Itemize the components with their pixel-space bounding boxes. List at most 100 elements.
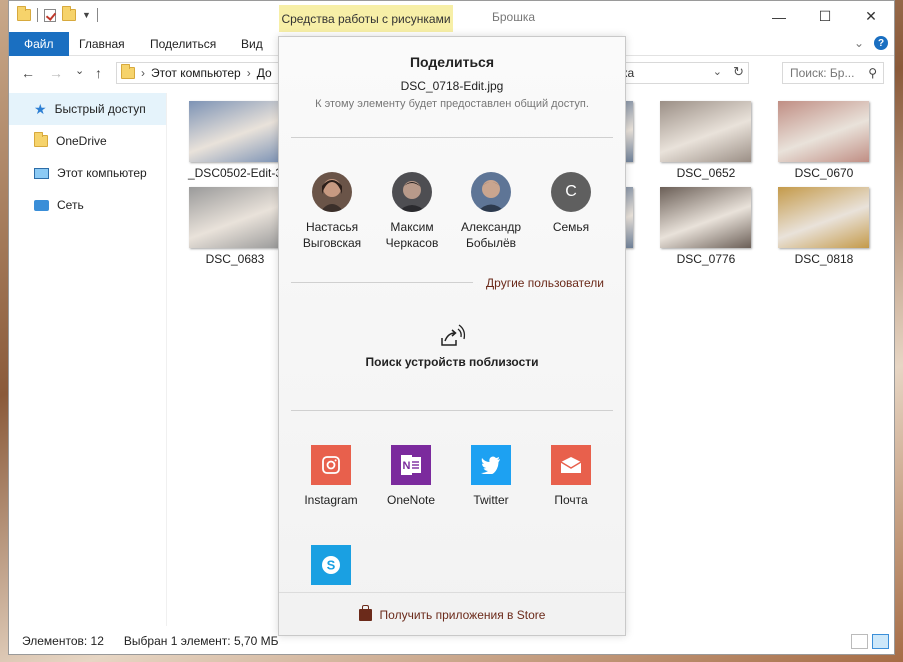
nearby-share-icon[interactable] [439, 324, 467, 348]
store-link-label: Получить приложения в Store [379, 607, 546, 622]
svg-text:S: S [327, 558, 336, 573]
onenote-icon: N [391, 445, 431, 485]
file-thumbnail[interactable] [660, 187, 751, 248]
contact-name: Александр Бобылёв [460, 220, 522, 250]
file-thumbnail[interactable] [189, 187, 280, 248]
app-mail[interactable]: Почта [531, 445, 611, 507]
more-users-link[interactable]: Другие пользователи [486, 276, 604, 290]
share-note: К этому элементу будет предоставлен общи… [315, 98, 589, 110]
quick-access-toolbar: ▼ [17, 6, 98, 22]
app-instagram[interactable]: Instagram [291, 445, 371, 507]
customize-toolbar-icon[interactable]: ▼ [82, 10, 91, 20]
search-input[interactable]: Поиск: Бр... ⚲ [782, 62, 884, 84]
tab-share[interactable]: Поделиться [137, 32, 229, 56]
sidebar-item-network[interactable]: Сеть [9, 189, 166, 221]
close-button[interactable]: ✕ [848, 1, 894, 32]
item-count: Элементов: 12 [22, 634, 104, 648]
forward-arrow-icon[interactable]: → [49, 65, 63, 81]
sidebar-item-quick-access[interactable]: ★ Быстрый доступ [9, 93, 166, 125]
avatar [392, 172, 432, 212]
folder-icon [34, 132, 48, 147]
share-panel: Поделиться DSC_0718-Edit.jpg К этому эле… [278, 36, 626, 636]
nearby-sharing-label[interactable]: Поиск устройств поблизости [279, 355, 625, 369]
file-name[interactable]: DSC_0670 [772, 166, 876, 180]
search-icon[interactable]: ⚲ [868, 66, 877, 80]
recent-locations-icon[interactable]: ⌄ [75, 64, 84, 77]
app-name: Twitter [473, 493, 509, 507]
contact-name: Настасья Выговская [302, 220, 362, 250]
breadcrumb-documents[interactable]: До [257, 66, 272, 80]
ribbon-right: ⌄ ? [854, 36, 888, 50]
toolbar-separator [37, 8, 38, 22]
breadcrumb-this-pc[interactable]: Этот компьютер [151, 66, 241, 80]
sidebar-item-label: Быстрый доступ [54, 102, 146, 116]
sidebar-item-label: Этот компьютер [57, 166, 147, 180]
avatar [471, 172, 511, 212]
instagram-icon [311, 445, 351, 485]
minimize-button[interactable]: — [756, 1, 802, 32]
maximize-button[interactable]: ☐ [802, 1, 848, 32]
file-name[interactable]: DSC_0776 [654, 252, 758, 266]
window-controls: — ☐ ✕ [756, 1, 894, 32]
file-name[interactable]: DSC_0652 [654, 166, 758, 180]
avatar: С [551, 172, 591, 212]
contact-maxim[interactable]: Максим Черкасов [372, 172, 452, 251]
file-thumbnail[interactable] [778, 101, 869, 162]
details-view-icon[interactable] [851, 634, 868, 649]
mail-icon [551, 445, 591, 485]
file-thumbnail[interactable] [660, 101, 751, 162]
app-name: Почта [554, 493, 588, 507]
divider [291, 410, 613, 411]
divider [291, 282, 473, 283]
contact-family[interactable]: С Семья [531, 172, 611, 235]
contact-alexander[interactable]: Александр Бобылёв [451, 172, 531, 251]
twitter-icon [471, 445, 511, 485]
large-icons-view-icon[interactable] [872, 634, 889, 649]
get-apps-store-link[interactable]: Получить приложения в Store [279, 592, 625, 636]
contact-name: Максим Черкасов [385, 220, 439, 250]
star-icon: ★ [34, 100, 47, 117]
file-name[interactable]: _DSC0502-Edit-3 [183, 166, 287, 180]
svg-text:N: N [403, 460, 411, 472]
search-placeholder: Поиск: Бр... [790, 66, 855, 80]
share-file-name: DSC_0718-Edit.jpg [400, 79, 504, 93]
file-name[interactable]: DSC_0818 [772, 252, 876, 266]
navigation-pane: ★ Быстрый доступ OneDrive Этот компьютер… [9, 93, 167, 626]
back-arrow-icon[interactable]: ← [21, 65, 35, 81]
app-onenote[interactable]: N OneNote [371, 445, 451, 507]
refresh-icon[interactable]: ↻ [733, 64, 744, 80]
view-switcher [851, 634, 889, 649]
up-arrow-icon[interactable]: ↑ [95, 65, 102, 81]
contact-nastasya[interactable]: Настасья Выговская [292, 172, 372, 251]
window-title: Брошка [492, 10, 536, 24]
app-skype[interactable]: S [291, 545, 371, 585]
sidebar-item-label: OneDrive [56, 134, 107, 148]
selection-info: Выбран 1 элемент: 5,70 МБ [123, 634, 279, 648]
monitor-icon [34, 167, 49, 179]
skype-icon: S [311, 545, 351, 585]
sidebar-item-onedrive[interactable]: OneDrive [9, 125, 166, 157]
divider [291, 137, 613, 138]
sidebar-item-this-pc[interactable]: Этот компьютер [9, 157, 166, 189]
breadcrumb-separator: › [246, 66, 251, 80]
new-folder-icon[interactable] [62, 6, 76, 21]
network-icon [34, 199, 49, 211]
contact-name: Семья [552, 220, 590, 234]
tab-home[interactable]: Главная [66, 32, 138, 56]
chevron-down-icon[interactable]: ⌄ [713, 65, 722, 78]
folder-icon [121, 64, 135, 79]
file-thumbnail[interactable] [778, 187, 869, 248]
toolbar-separator [96, 8, 98, 22]
picture-tools-tab[interactable]: Средства работы с рисунками [279, 5, 453, 32]
folder-icon [17, 6, 31, 21]
tab-file[interactable]: Файл [9, 32, 69, 56]
help-icon[interactable]: ? [874, 36, 888, 50]
properties-icon[interactable] [44, 8, 56, 22]
file-name[interactable]: DSC_0683 [183, 252, 287, 266]
store-bag-icon [358, 604, 372, 621]
chevron-down-icon[interactable]: ⌄ [854, 36, 864, 50]
file-thumbnail[interactable] [189, 101, 280, 162]
sidebar-item-label: Сеть [57, 198, 84, 212]
tab-view[interactable]: Вид [228, 32, 276, 56]
app-twitter[interactable]: Twitter [451, 445, 531, 507]
